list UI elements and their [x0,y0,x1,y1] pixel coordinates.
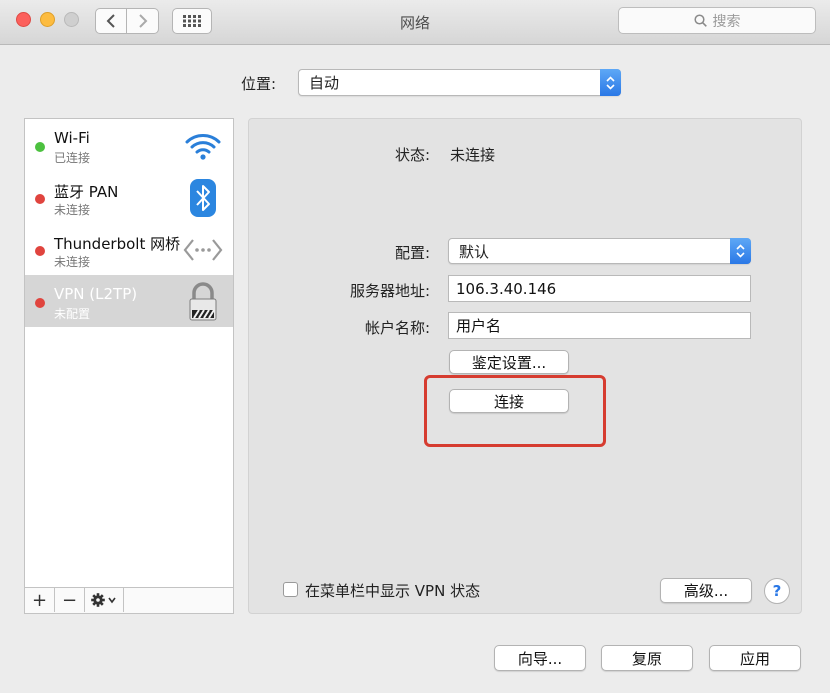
status-value: 未连接 [450,146,496,164]
service-item-thunderbolt-bridge[interactable]: Thunderbolt 网桥 未连接 [25,223,233,275]
chevron-right-icon [138,14,147,28]
assistant-button[interactable]: 向导... [494,645,586,671]
status-label: 状态: [394,146,430,164]
server-address-field[interactable]: 106.3.40.146 [448,275,751,302]
minimize-window-button[interactable] [40,12,55,27]
gear-icon [91,593,116,607]
service-status: 未连接 [54,203,91,217]
thunderbolt-bridge-icon [183,231,223,269]
popup-arrows-icon [730,238,751,264]
service-item-bluetooth-pan[interactable]: 蓝牙 PAN 未连接 [25,171,233,223]
zoom-window-button[interactable] [64,12,79,27]
apply-button[interactable]: 应用 [709,645,801,671]
connect-highlight-box [424,375,606,447]
status-dot [35,298,45,308]
account-name-label: 帐户名称: [364,319,430,337]
service-status: 未配置 [54,307,91,321]
show-vpn-status-label: 在菜单栏中显示 VPN 状态 [305,582,481,600]
status-dot [35,142,45,152]
status-dot [35,194,45,204]
service-name: Wi-Fi [54,129,90,147]
chevron-left-icon [106,14,115,28]
navigation-buttons [95,8,159,34]
sidebar-toolbar: + − [25,587,233,613]
plus-icon: + [31,589,48,611]
search-icon [693,14,707,27]
service-name: 蓝牙 PAN [54,183,119,201]
search-placeholder: 搜索 [712,13,741,30]
location-popup[interactable]: 自动 [298,69,621,96]
bluetooth-icon [183,179,223,217]
service-item-vpn-l2tp[interactable]: VPN (L2TP) 未配置 [25,275,233,327]
service-name: Thunderbolt 网桥 [54,235,181,253]
location-value: 自动 [309,74,340,92]
advanced-button[interactable]: 高级... [660,578,752,603]
service-actions-button[interactable] [85,588,124,612]
service-status: 已连接 [54,151,91,165]
revert-button[interactable]: 复原 [601,645,693,671]
account-name-field[interactable]: 用户名 [448,312,751,339]
service-status: 未连接 [54,255,91,269]
location-label: 位置: [241,75,277,93]
wifi-icon [183,127,223,165]
configuration-value: 默认 [459,242,490,261]
lock-icon [183,282,223,321]
add-service-button[interactable]: + [25,588,55,612]
configuration-label: 配置: [394,244,430,262]
service-item-wifi[interactable]: Wi-Fi 已连接 [25,119,233,171]
show-all-button[interactable] [172,8,212,34]
remove-service-button[interactable]: − [55,588,85,612]
status-dot [35,246,45,256]
search-field[interactable]: 搜索 [618,7,816,34]
title-bar: 网络 搜索 [0,0,830,45]
minus-icon: − [61,589,78,611]
close-window-button[interactable] [16,12,31,27]
server-address-label: 服务器地址: [349,282,430,300]
service-list: Wi-Fi 已连接 蓝牙 PAN 未连接 Thunderbolt 网桥 未连接 [24,118,234,614]
service-name: VPN (L2TP) [54,285,138,303]
forward-button[interactable] [127,8,159,34]
configuration-popup[interactable]: 默认 [448,238,751,264]
authentication-settings-button[interactable]: 鉴定设置... [449,350,569,374]
show-vpn-status-checkbox[interactable] [283,582,298,597]
help-button[interactable]: ? [764,578,790,604]
back-button[interactable] [95,8,127,34]
popup-arrows-icon [600,69,621,96]
grid-icon [183,15,201,27]
